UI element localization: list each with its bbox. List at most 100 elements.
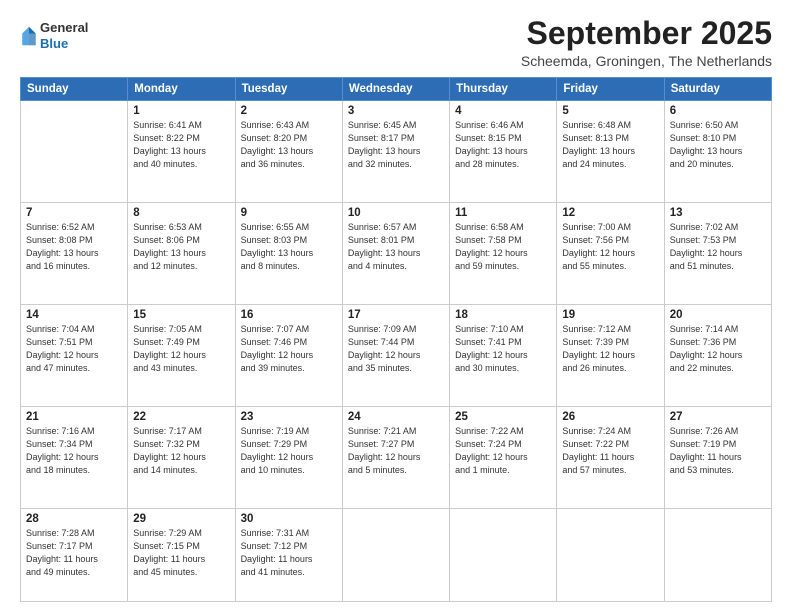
calendar-cell: 17 Sunrise: 7:09 AM Sunset: 7:44 PM Dayli… (342, 305, 449, 407)
day-number: 2 (241, 105, 337, 117)
day-number: 17 (348, 309, 444, 321)
day-info: Sunrise: 7:28 AM Sunset: 7:17 PM Dayligh… (26, 527, 122, 579)
day-info: Sunrise: 6:45 AM Sunset: 8:17 PM Dayligh… (348, 119, 444, 171)
calendar-cell: 29 Sunrise: 7:29 AM Sunset: 7:15 PM Dayli… (128, 509, 235, 602)
day-number: 12 (562, 207, 658, 219)
day-info: Sunrise: 7:04 AM Sunset: 7:51 PM Dayligh… (26, 323, 122, 375)
day-info: Sunrise: 6:53 AM Sunset: 8:06 PM Dayligh… (133, 221, 229, 273)
calendar-cell: 4 Sunrise: 6:46 AM Sunset: 8:15 PM Daylig… (450, 101, 557, 203)
day-info: Sunrise: 6:46 AM Sunset: 8:15 PM Dayligh… (455, 119, 551, 171)
page-header: General Blue September 2025 Scheemda, Gr… (20, 16, 772, 69)
day-number: 9 (241, 207, 337, 219)
day-number: 19 (562, 309, 658, 321)
day-info: Sunrise: 7:31 AM Sunset: 7:12 PM Dayligh… (241, 527, 337, 579)
calendar-cell (664, 509, 771, 602)
calendar-cell: 24Sunrise: 7:21 AM Sunset: 7:27 PM Dayli… (342, 407, 449, 509)
day-info: Sunrise: 7:07 AM Sunset: 7:46 PM Dayligh… (241, 323, 337, 375)
calendar-cell: 25 Sunrise: 7:22 AM Sunset: 7:24 PM Dayli… (450, 407, 557, 509)
calendar-cell: 14 Sunrise: 7:04 AM Sunset: 7:51 PM Dayli… (21, 305, 128, 407)
calendar-cell: 12 Sunrise: 7:00 AM Sunset: 7:56 PM Dayli… (557, 203, 664, 305)
calendar-cell (557, 509, 664, 602)
day-number: 8 (133, 207, 229, 219)
day-number: 4 (455, 105, 551, 117)
day-info: Sunrise: 6:48 AM Sunset: 8:13 PM Dayligh… (562, 119, 658, 171)
calendar-cell: 20Sunrise: 7:14 AM Sunset: 7:36 PM Dayli… (664, 305, 771, 407)
day-number: 6 (670, 105, 766, 117)
day-info: Sunrise: 7:10 AM Sunset: 7:41 PM Dayligh… (455, 323, 551, 375)
calendar-cell: 8 Sunrise: 6:53 AM Sunset: 8:06 PM Daylig… (128, 203, 235, 305)
day-number: 26 (562, 411, 658, 423)
day-info: Sunrise: 7:17 AM Sunset: 7:32 PM Dayligh… (133, 425, 229, 477)
day-number: 20 (670, 309, 766, 321)
calendar-cell: 16Sunrise: 7:07 AM Sunset: 7:46 PM Dayli… (235, 305, 342, 407)
calendar-cell: 27Sunrise: 7:26 AM Sunset: 7:19 PM Dayli… (664, 407, 771, 509)
calendar-cell: 26 Sunrise: 7:24 AM Sunset: 7:22 PM Dayli… (557, 407, 664, 509)
weekday-header-cell: Sunday (21, 78, 128, 101)
calendar-week-row: 21 Sunrise: 7:16 AM Sunset: 7:34 PM Dayli… (21, 407, 772, 509)
day-number: 10 (348, 207, 444, 219)
day-number: 5 (562, 105, 658, 117)
day-number: 18 (455, 309, 551, 321)
day-info: Sunrise: 7:05 AM Sunset: 7:49 PM Dayligh… (133, 323, 229, 375)
logo: General Blue (20, 20, 88, 51)
calendar-cell (450, 509, 557, 602)
weekday-header-cell: Monday (128, 78, 235, 101)
calendar-cell: 1 Sunrise: 6:41 AM Sunset: 8:22 PM Daylig… (128, 101, 235, 203)
calendar-week-row: 1 Sunrise: 6:41 AM Sunset: 8:22 PM Daylig… (21, 101, 772, 203)
day-number: 28 (26, 513, 122, 525)
day-info: Sunrise: 6:55 AM Sunset: 8:03 PM Dayligh… (241, 221, 337, 273)
calendar-cell: 11Sunrise: 6:58 AM Sunset: 7:58 PM Dayli… (450, 203, 557, 305)
day-number: 13 (670, 207, 766, 219)
day-info: Sunrise: 7:21 AM Sunset: 7:27 PM Dayligh… (348, 425, 444, 477)
calendar-cell: 30 Sunrise: 7:31 AM Sunset: 7:12 PM Dayli… (235, 509, 342, 602)
day-info: Sunrise: 7:12 AM Sunset: 7:39 PM Dayligh… (562, 323, 658, 375)
day-info: Sunrise: 6:52 AM Sunset: 8:08 PM Dayligh… (26, 221, 122, 273)
month-title: September 2025 (521, 16, 772, 51)
day-number: 1 (133, 105, 229, 117)
calendar-week-row: 7 Sunrise: 6:52 AM Sunset: 8:08 PM Daylig… (21, 203, 772, 305)
calendar-week-row: 28 Sunrise: 7:28 AM Sunset: 7:17 PM Dayli… (21, 509, 772, 602)
day-number: 14 (26, 309, 122, 321)
day-info: Sunrise: 6:43 AM Sunset: 8:20 PM Dayligh… (241, 119, 337, 171)
day-number: 29 (133, 513, 229, 525)
calendar-cell: 6 Sunrise: 6:50 AM Sunset: 8:10 PM Daylig… (664, 101, 771, 203)
calendar-cell: 19 Sunrise: 7:12 AM Sunset: 7:39 PM Dayli… (557, 305, 664, 407)
day-info: Sunrise: 7:22 AM Sunset: 7:24 PM Dayligh… (455, 425, 551, 477)
day-number: 7 (26, 207, 122, 219)
day-info: Sunrise: 7:19 AM Sunset: 7:29 PM Dayligh… (241, 425, 337, 477)
calendar-cell: 9 Sunrise: 6:55 AM Sunset: 8:03 PM Daylig… (235, 203, 342, 305)
day-number: 25 (455, 411, 551, 423)
weekday-header-cell: Thursday (450, 78, 557, 101)
title-block: September 2025 Scheemda, Groningen, The … (521, 16, 772, 69)
calendar-cell: 22 Sunrise: 7:17 AM Sunset: 7:32 PM Dayli… (128, 407, 235, 509)
day-info: Sunrise: 6:50 AM Sunset: 8:10 PM Dayligh… (670, 119, 766, 171)
calendar-cell: 18 Sunrise: 7:10 AM Sunset: 7:41 PM Dayli… (450, 305, 557, 407)
day-info: Sunrise: 7:26 AM Sunset: 7:19 PM Dayligh… (670, 425, 766, 477)
calendar-cell: 23Sunrise: 7:19 AM Sunset: 7:29 PM Dayli… (235, 407, 342, 509)
day-info: Sunrise: 7:29 AM Sunset: 7:15 PM Dayligh… (133, 527, 229, 579)
day-info: Sunrise: 6:41 AM Sunset: 8:22 PM Dayligh… (133, 119, 229, 171)
calendar-cell: 13Sunrise: 7:02 AM Sunset: 7:53 PM Dayli… (664, 203, 771, 305)
weekday-header-cell: Wednesday (342, 78, 449, 101)
day-number: 21 (26, 411, 122, 423)
day-info: Sunrise: 6:58 AM Sunset: 7:58 PM Dayligh… (455, 221, 551, 273)
weekday-header-cell: Saturday (664, 78, 771, 101)
calendar-cell: 15 Sunrise: 7:05 AM Sunset: 7:49 PM Dayli… (128, 305, 235, 407)
day-info: Sunrise: 7:16 AM Sunset: 7:34 PM Dayligh… (26, 425, 122, 477)
calendar-cell: 3 Sunrise: 6:45 AM Sunset: 8:17 PM Daylig… (342, 101, 449, 203)
calendar-cell: 28 Sunrise: 7:28 AM Sunset: 7:17 PM Dayli… (21, 509, 128, 602)
day-info: Sunrise: 7:09 AM Sunset: 7:44 PM Dayligh… (348, 323, 444, 375)
calendar-cell: 5 Sunrise: 6:48 AM Sunset: 8:13 PM Daylig… (557, 101, 664, 203)
calendar-week-row: 14 Sunrise: 7:04 AM Sunset: 7:51 PM Dayli… (21, 305, 772, 407)
calendar-table: SundayMondayTuesdayWednesdayThursdayFrid… (20, 77, 772, 602)
location-subtitle: Scheemda, Groningen, The Netherlands (521, 53, 772, 69)
calendar-cell: 10 Sunrise: 6:57 AM Sunset: 8:01 PM Dayli… (342, 203, 449, 305)
day-number: 22 (133, 411, 229, 423)
day-number: 30 (241, 513, 337, 525)
calendar-body: 1 Sunrise: 6:41 AM Sunset: 8:22 PM Daylig… (21, 101, 772, 602)
day-number: 15 (133, 309, 229, 321)
day-info: Sunrise: 7:24 AM Sunset: 7:22 PM Dayligh… (562, 425, 658, 477)
day-info: Sunrise: 7:00 AM Sunset: 7:56 PM Dayligh… (562, 221, 658, 273)
day-number: 3 (348, 105, 444, 117)
day-info: Sunrise: 6:57 AM Sunset: 8:01 PM Dayligh… (348, 221, 444, 273)
